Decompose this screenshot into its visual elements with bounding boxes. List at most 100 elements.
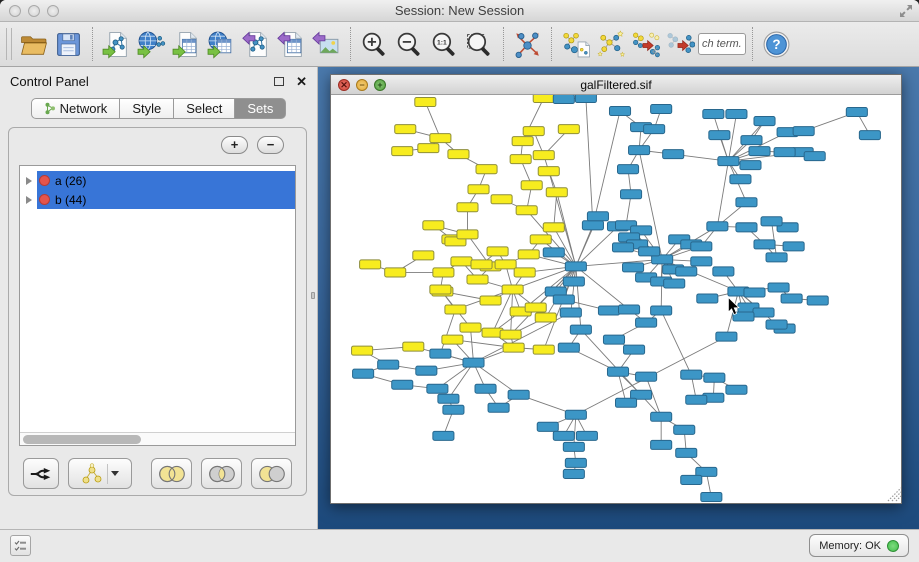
- graph-node-blue[interactable]: [674, 425, 695, 434]
- graph-node-blue[interactable]: [766, 253, 787, 262]
- graph-node-blue[interactable]: [553, 295, 574, 304]
- graph-node-blue[interactable]: [740, 161, 761, 170]
- graph-node-yellow[interactable]: [533, 345, 554, 354]
- union-button[interactable]: [151, 458, 192, 489]
- graph-node-yellow[interactable]: [533, 95, 554, 103]
- graph-node-yellow[interactable]: [457, 203, 478, 212]
- graph-node-blue[interactable]: [553, 431, 574, 440]
- graph-node-blue[interactable]: [543, 248, 564, 257]
- graph-node-yellow[interactable]: [467, 275, 488, 284]
- graph-node-blue[interactable]: [558, 343, 579, 352]
- graph-node-blue[interactable]: [636, 372, 657, 381]
- zoom-actual-button[interactable]: 1:1: [427, 25, 462, 63]
- graph-node-yellow[interactable]: [395, 125, 416, 134]
- graph-node-blue[interactable]: [846, 108, 867, 117]
- network-canvas[interactable]: [331, 95, 901, 503]
- graph-node-blue[interactable]: [754, 240, 775, 249]
- graph-node-yellow[interactable]: [535, 313, 556, 322]
- graph-node-yellow[interactable]: [460, 323, 481, 332]
- expand-handle[interactable]: [20, 171, 37, 190]
- graph-node-blue[interactable]: [636, 318, 657, 327]
- set-row-b[interactable]: b (44): [20, 190, 295, 209]
- graph-node-yellow[interactable]: [533, 151, 554, 160]
- graph-node-blue[interactable]: [753, 308, 774, 317]
- graph-node-yellow[interactable]: [415, 98, 436, 107]
- graph-node-blue[interactable]: [587, 212, 608, 221]
- graph-node-blue[interactable]: [681, 475, 702, 484]
- graph-node-blue[interactable]: [744, 288, 765, 297]
- graph-node-blue[interactable]: [704, 373, 725, 382]
- graph-node-blue[interactable]: [703, 110, 724, 119]
- export-image-button[interactable]: [309, 25, 344, 63]
- add-set-button[interactable]: +: [221, 136, 248, 154]
- graph-node-blue[interactable]: [565, 410, 586, 419]
- graph-node-blue[interactable]: [570, 325, 591, 334]
- graph-node-blue[interactable]: [718, 157, 739, 166]
- graph-node-blue[interactable]: [623, 263, 644, 272]
- graph-node-blue[interactable]: [726, 385, 747, 394]
- graph-node-blue[interactable]: [475, 384, 496, 393]
- graph-node-blue[interactable]: [781, 294, 802, 303]
- graph-node-blue[interactable]: [488, 403, 509, 412]
- graph-node-blue[interactable]: [741, 136, 762, 145]
- graph-node-blue[interactable]: [378, 360, 399, 369]
- sets-list[interactable]: a (26) b (44): [19, 165, 296, 446]
- graph-node-blue[interactable]: [726, 110, 747, 119]
- graph-node-yellow[interactable]: [516, 206, 537, 215]
- graph-node-blue[interactable]: [463, 358, 484, 367]
- scrollbar-thumb[interactable]: [23, 435, 141, 444]
- graph-node-yellow[interactable]: [476, 165, 497, 174]
- graph-node-blue[interactable]: [664, 279, 685, 288]
- graph-node-blue[interactable]: [709, 131, 730, 140]
- graph-node-blue[interactable]: [651, 105, 672, 114]
- graph-node-blue[interactable]: [443, 405, 464, 414]
- graph-node-yellow[interactable]: [430, 134, 451, 143]
- graph-node-blue[interactable]: [761, 217, 782, 226]
- graph-node-blue[interactable]: [736, 198, 757, 207]
- float-panel-icon[interactable]: [274, 77, 284, 86]
- graph-node-blue[interactable]: [754, 117, 775, 126]
- toolbar-drag-handle[interactable]: [6, 28, 12, 60]
- graph-node-yellow[interactable]: [418, 144, 439, 153]
- network-frame-titlebar[interactable]: ✕ − + galFiltered.sif: [331, 75, 901, 95]
- zoom-in-button[interactable]: [357, 25, 392, 63]
- graph-node-blue[interactable]: [701, 492, 722, 501]
- graph-node-blue[interactable]: [612, 243, 633, 252]
- graph-node-blue[interactable]: [433, 431, 454, 440]
- graph-node-blue[interactable]: [768, 283, 789, 292]
- zoom-out-button[interactable]: [392, 25, 427, 63]
- graph-node-blue[interactable]: [697, 294, 718, 303]
- graph-node-blue[interactable]: [736, 223, 757, 232]
- graph-node-yellow[interactable]: [403, 342, 424, 351]
- network-graph[interactable]: [331, 95, 901, 503]
- graph-node-blue[interactable]: [615, 398, 636, 407]
- tab-select[interactable]: Select: [174, 98, 235, 119]
- help-button[interactable]: ?: [759, 25, 794, 63]
- graph-node-blue[interactable]: [392, 380, 413, 389]
- graph-node-blue[interactable]: [416, 366, 437, 375]
- close-panel-icon[interactable]: ✕: [296, 75, 307, 88]
- graph-node-blue[interactable]: [793, 127, 814, 136]
- graph-node-blue[interactable]: [807, 296, 828, 305]
- graph-node-yellow[interactable]: [385, 268, 406, 277]
- graph-node-blue[interactable]: [427, 384, 448, 393]
- splitter-handle[interactable]: [311, 292, 315, 299]
- graph-node-blue[interactable]: [730, 175, 751, 184]
- graph-node-blue[interactable]: [644, 125, 665, 134]
- graph-node-blue[interactable]: [716, 332, 737, 341]
- graph-node-blue[interactable]: [618, 165, 639, 174]
- split-sets-button[interactable]: [23, 458, 59, 489]
- graph-node-yellow[interactable]: [558, 125, 579, 134]
- tab-style[interactable]: Style: [120, 98, 174, 119]
- graph-node-yellow[interactable]: [538, 167, 559, 176]
- zoom-fit-button[interactable]: [462, 25, 497, 63]
- frame-resize-grip[interactable]: [888, 488, 901, 501]
- graph-node-blue[interactable]: [603, 335, 624, 344]
- import-network-url-button[interactable]: [134, 25, 169, 63]
- graph-node-yellow[interactable]: [514, 268, 535, 277]
- task-history-button[interactable]: [10, 535, 31, 556]
- graph-node-blue[interactable]: [353, 369, 374, 378]
- graph-node-blue[interactable]: [651, 412, 672, 421]
- graph-node-blue[interactable]: [774, 148, 795, 157]
- graph-node-blue[interactable]: [609, 107, 630, 116]
